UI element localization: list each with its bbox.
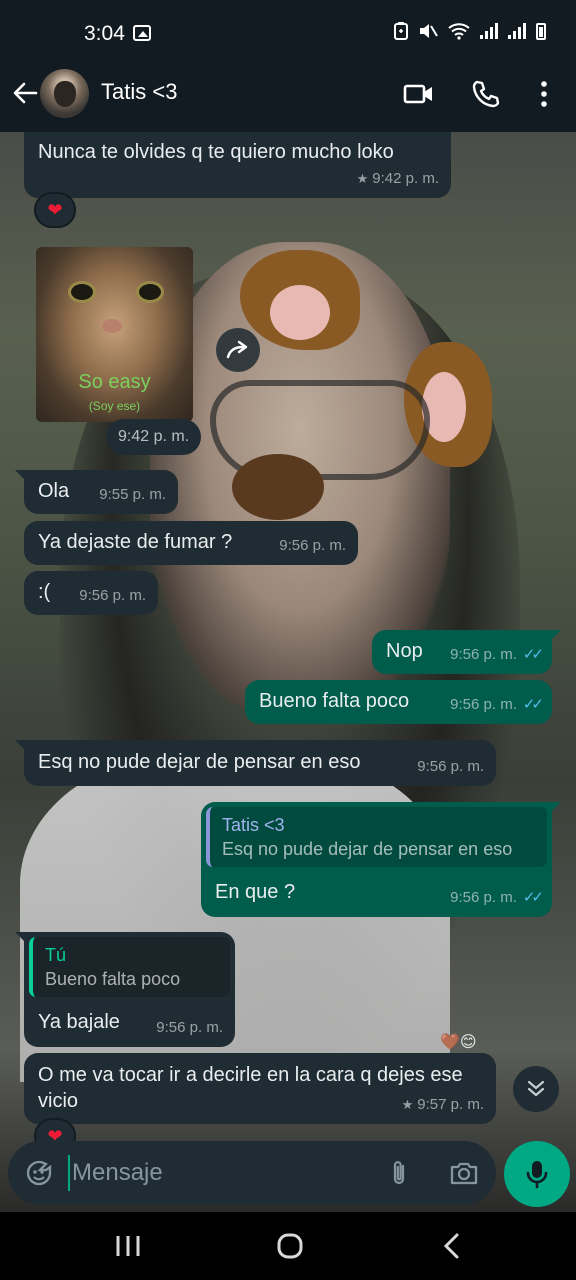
home-icon[interactable] — [270, 1230, 310, 1262]
sticker-eye — [136, 281, 164, 303]
message-time-text: 9:56 p. m. — [450, 646, 517, 663]
read-ticks-icon: ✓✓ — [522, 889, 544, 906]
message-time: 9:56 p. m. ✓✓ — [450, 692, 544, 718]
message-text: Esq no pude dejar de pensar en eso — [38, 751, 361, 773]
message-text: Nunca te olvides q te quiero mucho loko — [38, 141, 394, 163]
message-text: Bueno falta poco — [259, 690, 410, 712]
status-time: 3:04 — [84, 22, 125, 45]
chat-header: Tatis <3 — [0, 64, 576, 132]
voice-message-button[interactable] — [504, 1141, 570, 1207]
video-call-icon[interactable] — [403, 78, 435, 110]
camera-icon[interactable] — [448, 1158, 480, 1188]
quoted-sender: Tú — [45, 945, 67, 965]
quoted-text: Bueno falta poco — [45, 969, 181, 989]
message-bubble-incoming[interactable]: O me va tocar ir a decirle en la cara q … — [24, 1053, 496, 1124]
message-bubble-outgoing-reply[interactable]: Tatis <3 Esq no pude dejar de pensar en … — [201, 802, 561, 917]
message-time: 9:56 p. m. — [417, 758, 484, 775]
status-bar: 3:04 — [0, 0, 576, 64]
signal-icon-2 — [508, 23, 526, 39]
sticker-subcaption: (Soy ese) — [88, 399, 141, 413]
message-bubble-outgoing[interactable]: Bueno falta poco 9:56 p. m. ✓✓ — [245, 680, 552, 724]
message-time: 9:56 p. m. ✓✓ — [450, 642, 544, 668]
forward-icon — [226, 340, 248, 359]
battery-saver-icon — [394, 22, 408, 40]
system-nav-bar — [0, 1212, 576, 1280]
sticker-eye — [68, 281, 96, 303]
message-time: ★ 9:42 p. m. — [357, 166, 439, 192]
back-arrow-icon[interactable] — [10, 78, 40, 108]
chat-area[interactable]: Nunca te olvides q te quiero mucho loko … — [0, 132, 576, 1212]
mute-icon — [420, 24, 438, 38]
emoji-sticker-icon[interactable] — [24, 1158, 54, 1188]
read-ticks-icon: ✓✓ — [522, 696, 544, 713]
message-bubble-incoming-reply[interactable]: Tú Bueno falta poco Ya bajale 9:56 p. m. — [15, 932, 235, 1047]
message-bubble-incoming[interactable]: Nunca te olvides q te quiero mucho loko … — [24, 132, 451, 198]
sticker-caption: So easy — [78, 371, 151, 393]
heart-reaction[interactable]: ❤ — [34, 192, 76, 228]
message-bubble-outgoing[interactable]: Nop 9:56 p. m. ✓✓ — [372, 630, 561, 674]
message-time: 9:56 p. m. — [279, 537, 346, 554]
forward-button[interactable] — [216, 328, 260, 372]
message-bubble-incoming[interactable]: :( 9:56 p. m. — [24, 571, 158, 615]
message-text: :( — [38, 581, 51, 603]
battery-icon — [536, 22, 546, 40]
message-time: 9:56 p. m. — [156, 1019, 223, 1036]
message-bubble-incoming[interactable]: Ola 9:55 p. m. — [15, 470, 178, 514]
message-bubble-incoming[interactable]: Ya dejaste de fumar ? 9:56 p. m. — [24, 521, 358, 565]
message-time: 9:56 p. m. — [79, 587, 146, 604]
scroll-to-bottom-button[interactable] — [513, 1066, 559, 1112]
mini-reaction-icons: 🤎😊 — [440, 1034, 477, 1051]
microphone-icon — [526, 1161, 548, 1189]
attach-icon[interactable] — [384, 1158, 414, 1188]
more-options-icon[interactable] — [528, 78, 560, 110]
quoted-sender: Tatis <3 — [222, 815, 285, 835]
message-time-text: 9:57 p. m. — [417, 1096, 484, 1113]
message-bubble-incoming[interactable]: Esq no pude dejar de pensar en eso 9:56 … — [15, 740, 496, 786]
message-text: Nop — [386, 640, 423, 662]
message-time-text: 9:42 p. m. — [372, 170, 439, 187]
message-time-text: 9:56 p. m. — [450, 696, 517, 713]
signal-icon — [480, 23, 498, 39]
message-composer — [8, 1141, 496, 1205]
sticker-nose — [102, 319, 122, 333]
contact-avatar[interactable] — [40, 69, 89, 118]
message-time: ★ 9:57 p. m. — [402, 1092, 484, 1118]
message-text: En que ? — [215, 881, 296, 903]
message-text: Ya dejaste de fumar ? — [38, 531, 233, 553]
message-text: Ola — [38, 480, 70, 502]
contact-name[interactable]: Tatis <3 — [101, 79, 177, 105]
message-time: 9:55 p. m. — [99, 486, 166, 503]
sticker-cat[interactable]: So easy (Soy ese) — [36, 247, 193, 422]
sticker-time: 9:42 p. m. — [106, 419, 202, 455]
recent-apps-icon[interactable] — [108, 1230, 148, 1262]
read-ticks-icon: ✓✓ — [522, 646, 544, 663]
star-icon: ★ — [401, 1097, 414, 1112]
quoted-message[interactable]: Tatis <3 Esq no pude dejar de pensar en … — [206, 807, 547, 867]
message-time-text: 9:56 p. m. — [450, 889, 517, 906]
quoted-message[interactable]: Tú Bueno falta poco — [29, 937, 230, 997]
gallery-notification-icon — [133, 25, 151, 41]
message-text: Ya bajale — [38, 1011, 120, 1033]
message-input[interactable] — [68, 1155, 368, 1191]
wallpaper-dog-nose — [232, 454, 324, 520]
voice-call-icon[interactable] — [470, 78, 502, 110]
back-nav-icon[interactable] — [432, 1230, 472, 1262]
star-icon: ★ — [356, 171, 369, 186]
wifi-icon — [448, 23, 470, 40]
double-chevron-down-icon — [527, 1080, 545, 1097]
status-icons — [394, 22, 546, 40]
quoted-text: Esq no pude dejar de pensar en eso — [222, 839, 513, 859]
message-time: 9:56 p. m. ✓✓ — [450, 885, 544, 911]
